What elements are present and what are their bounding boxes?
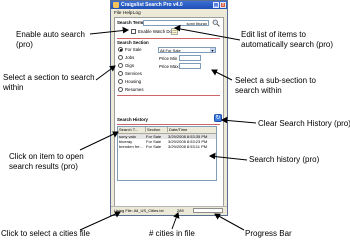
radio-resumes[interactable] bbox=[118, 87, 123, 92]
window-title: Craigslist Search Pro v4.0 bbox=[121, 2, 183, 8]
cell-section: For Sale bbox=[146, 144, 162, 149]
annotation-text: Enable auto search (pro) bbox=[16, 30, 85, 49]
annotation-select-section: Select a section to search within bbox=[3, 73, 95, 93]
app-window: Craigslist Search Pro v4.0 _ x File Help… bbox=[110, 0, 228, 216]
divider bbox=[117, 124, 220, 125]
radio-label-jobs: Jobs bbox=[125, 55, 135, 60]
edit-list-icon[interactable] bbox=[171, 28, 178, 35]
subsection-value: All For Sale bbox=[160, 48, 181, 53]
price-min-input[interactable] bbox=[179, 55, 201, 61]
annotation-text: Clear Search History (pro) bbox=[258, 119, 350, 128]
minimize-button[interactable]: _ bbox=[213, 2, 219, 8]
annotation-text: Search history (pro) bbox=[249, 155, 320, 164]
search-term-label: Search Term bbox=[117, 20, 144, 25]
annotation-text: # cities in file bbox=[149, 229, 195, 238]
title-bar[interactable]: Craigslist Search Pro v4.0 _ x bbox=[111, 1, 227, 9]
cell-term: brenden fre... bbox=[119, 144, 143, 149]
annotation-text: Click to select a cities file bbox=[1, 229, 90, 238]
watch-dog-checkbox[interactable] bbox=[131, 29, 136, 34]
annotation-text: Edit list of items to automatically sear… bbox=[241, 30, 334, 49]
main-panel: Search Term sony bluray Enable Watch Dog… bbox=[114, 17, 224, 207]
column-header-term[interactable]: Search T... bbox=[119, 127, 143, 132]
search-term-input[interactable]: sony bluray bbox=[143, 20, 209, 26]
watch-dog-label: Enable Watch Dog bbox=[138, 29, 175, 34]
radio-services[interactable] bbox=[118, 71, 123, 76]
menu-log[interactable]: Log bbox=[133, 9, 141, 16]
menu-help[interactable]: Help bbox=[123, 9, 132, 16]
menu-file[interactable]: File bbox=[114, 9, 121, 16]
price-min-label: Price Min bbox=[159, 56, 178, 61]
annotation-clear-history: Clear Search History (pro) bbox=[258, 119, 350, 129]
radio-jobs[interactable] bbox=[118, 55, 123, 60]
radio-for-sale[interactable] bbox=[118, 47, 123, 52]
table-header: Search T... Section Date/Time bbox=[118, 127, 216, 134]
price-max-label: Price Max bbox=[159, 64, 179, 69]
cell-date: 3/29/2008 8:53:11 PM bbox=[168, 144, 208, 149]
refresh-icon[interactable]: ↻ bbox=[214, 114, 222, 122]
chevron-down-icon[interactable]: ▼ bbox=[210, 48, 215, 52]
menu-bar: File Help Log bbox=[111, 9, 227, 16]
price-max-input[interactable] bbox=[179, 63, 201, 69]
search-history-label: Search History bbox=[117, 117, 148, 122]
radio-label-resumes: Resumes bbox=[125, 87, 144, 92]
search-section-label: Search Section bbox=[117, 40, 149, 45]
radio-housing[interactable] bbox=[118, 79, 123, 84]
magnifier-icon[interactable] bbox=[212, 19, 220, 27]
annotation-auto-search: Enable auto search (pro) bbox=[16, 30, 85, 50]
annotation-click-item: Click on item to open search results (pr… bbox=[9, 152, 84, 172]
arrow-progress-bar bbox=[214, 213, 245, 231]
app-icon bbox=[113, 2, 119, 8]
annotation-num-cities: # cities in file bbox=[149, 229, 195, 239]
annotation-text: Select a sub-section to search within bbox=[235, 76, 316, 95]
annotation-search-history: Search history (pro) bbox=[249, 155, 319, 165]
annotation-cities-file: Click to select a cities file bbox=[1, 229, 90, 239]
divider bbox=[117, 38, 220, 39]
city-count: 289 bbox=[177, 208, 184, 213]
radio-label-services: Services bbox=[125, 71, 142, 76]
annotation-text: Click on item to open search results (pr… bbox=[9, 152, 84, 171]
annotation-text: Select a section to search within bbox=[3, 73, 95, 92]
subsection-dropdown[interactable]: All For Sale ▼ bbox=[158, 47, 216, 53]
annotation-edit-list: Edit list of items to automatically sear… bbox=[241, 30, 333, 50]
radio-gigs[interactable] bbox=[118, 63, 123, 68]
radio-label-gigs: Gigs bbox=[125, 63, 135, 68]
radio-label-for-sale: For Sale bbox=[125, 47, 142, 52]
search-history-table: Search T... Section Date/Time sony vaio … bbox=[117, 126, 217, 181]
annotation-select-subsection: Select a sub-section to search within bbox=[235, 76, 316, 96]
close-button[interactable]: x bbox=[220, 2, 226, 8]
annotation-text: Progress Bar bbox=[245, 229, 292, 238]
cities-file-link[interactable]: Using File: All_US_Cities.txt bbox=[114, 208, 164, 214]
divider bbox=[117, 95, 220, 96]
radio-label-housing: Housing bbox=[125, 79, 142, 84]
annotation-progress-bar: Progress Bar bbox=[245, 229, 292, 239]
status-bar: Using File: All_US_Cities.txt 289 bbox=[111, 206, 227, 215]
progress-bar bbox=[193, 208, 223, 213]
column-header-section[interactable]: Section bbox=[145, 127, 167, 132]
column-header-date[interactable]: Date/Time bbox=[167, 127, 219, 132]
